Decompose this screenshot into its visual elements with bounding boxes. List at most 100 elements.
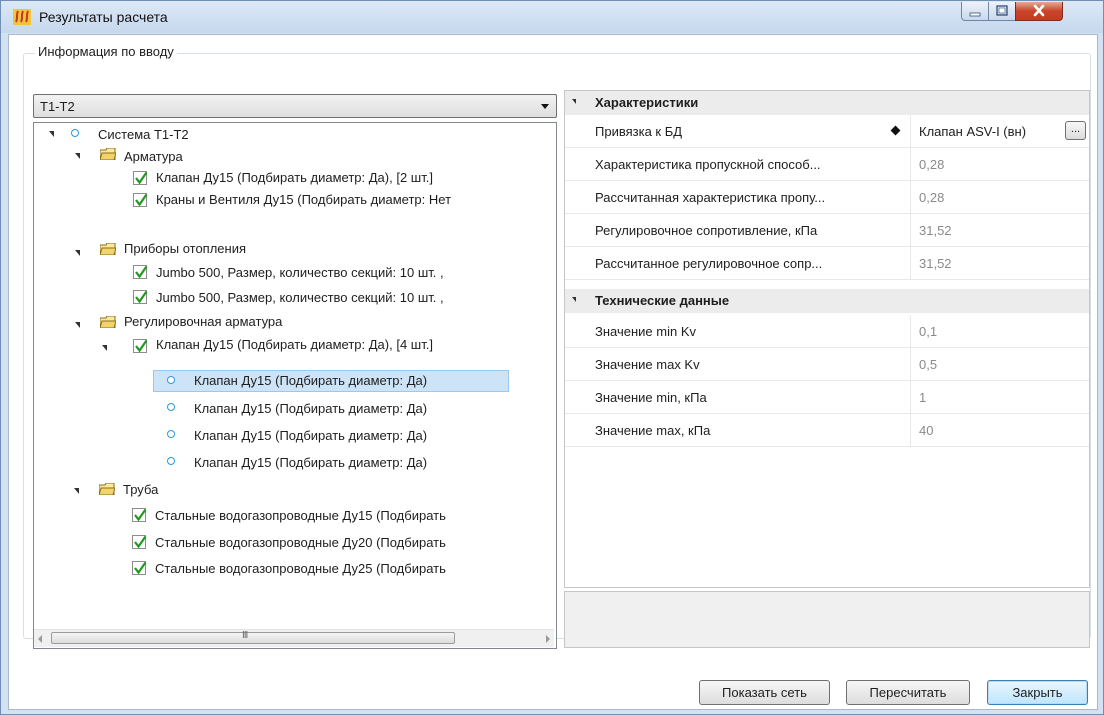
property-value: Клапан ASV-I (вн) (919, 124, 1027, 139)
checkbox-checked[interactable] (133, 290, 148, 304)
property-name: Значение max Kv (595, 357, 700, 372)
expand-arrow-icon[interactable] (102, 345, 107, 351)
scroll-right-icon[interactable] (546, 635, 550, 643)
node-circle-icon (167, 430, 175, 438)
expand-arrow-icon[interactable] (75, 153, 80, 159)
results-window: Результаты расчета Информация по вводу T… (0, 0, 1104, 715)
check-icon (134, 535, 147, 549)
property-min-kpa[interactable]: Значение min, кПа 1 (565, 381, 1089, 414)
tree-node-label: Jumbo 500, Размер, количество секций: 10… (156, 265, 444, 280)
minimize-button[interactable] (961, 2, 989, 21)
node-circle-icon (167, 457, 175, 465)
checkbox-checked[interactable] (133, 193, 148, 207)
tree-node-label: Клапан Ду15 (Подбирать диаметр: Да), [2 … (156, 170, 433, 185)
property-min-kv[interactable]: Значение min Kv 0,1 (565, 315, 1089, 348)
folder-icon (100, 148, 116, 160)
tree-node-label: Клапан Ду15 (Подбирать диаметр: Да) (194, 401, 428, 416)
column-divider (910, 315, 911, 347)
property-value: 31,52 (919, 223, 952, 238)
tree-node-label: Jumbo 500, Размер, количество секций: 10… (156, 290, 444, 305)
category-technical-data[interactable]: Технические данные (565, 289, 1089, 313)
check-icon (135, 193, 148, 207)
property-value: 0,5 (919, 357, 938, 372)
show-network-button[interactable]: Показать сеть (699, 680, 830, 705)
check-icon (135, 339, 148, 353)
column-divider (910, 348, 911, 380)
property-flow-char[interactable]: Характеристика пропускной способ... 0,28 (565, 148, 1089, 181)
checkbox-checked[interactable] (133, 265, 148, 279)
tree-node-label: Стальные водогазопроводные Ду25 (Подбира… (155, 561, 446, 576)
tree-node-label: Регулировочная арматура (124, 314, 283, 329)
property-calc-flow-char[interactable]: Рассчитанная характеристика пропу... 0,2… (565, 181, 1089, 214)
node-circle-icon (71, 129, 79, 137)
category-characteristics[interactable]: Характеристики (565, 91, 1089, 115)
close-button[interactable]: Закрыть (987, 680, 1088, 705)
property-description-panel (564, 591, 1090, 648)
tree-node-label: Стальные водогазопроводные Ду20 (Подбира… (155, 535, 446, 550)
category-label: Характеристики (595, 95, 699, 110)
recalculate-button[interactable]: Пересчитать (846, 680, 970, 705)
check-icon (135, 171, 148, 185)
tree-node-label: Труба (123, 482, 159, 497)
close-window-button[interactable] (1015, 2, 1063, 21)
property-calc-reg-resistance[interactable]: Рассчитанное регулировочное сопр... 31,5… (565, 247, 1089, 280)
property-value: 40 (919, 423, 934, 438)
tree-node-label: Клапан Ду15 (Подбирать диаметр: Да) (194, 455, 428, 470)
tree-horizontal-scrollbar[interactable]: III (34, 629, 554, 647)
collapse-arrow-icon[interactable] (572, 99, 576, 104)
folder-icon (99, 483, 115, 495)
property-name: Значение min Kv (595, 324, 696, 339)
node-circle-icon (167, 376, 175, 384)
expand-arrow-icon[interactable] (75, 250, 80, 256)
scroll-left-icon[interactable] (38, 635, 42, 643)
property-max-kpa[interactable]: Значение max, кПа 40 (565, 414, 1089, 447)
collapse-arrow-icon[interactable] (572, 297, 576, 302)
tree-node-label: Клапан Ду15 (Подбирать диаметр: Да), [4 … (156, 337, 433, 352)
property-max-kv[interactable]: Значение max Kv 0,5 (565, 348, 1089, 381)
property-grid[interactable]: Характеристики Привязка к БД Клапан ASV-… (564, 90, 1090, 588)
expand-arrow-icon[interactable] (75, 322, 80, 328)
checkbox-checked[interactable] (132, 508, 147, 522)
chevron-down-icon (541, 104, 549, 109)
folder-icon (100, 316, 116, 328)
tree-node-label: Арматура (124, 149, 183, 164)
property-reg-resistance[interactable]: Регулировочное сопротивление, кПа 31,52 (565, 214, 1089, 247)
node-circle-icon (167, 403, 175, 411)
column-divider (910, 115, 911, 147)
checkbox-checked[interactable] (133, 171, 148, 185)
tree-node-label: Краны и Вентиля Ду15 (Подбирать диаметр:… (156, 192, 452, 207)
property-name: Рассчитанная характеристика пропу... (595, 190, 826, 205)
expand-arrow-icon[interactable] (49, 131, 54, 137)
checkbox-checked[interactable] (132, 561, 147, 575)
property-value: 0,28 (919, 190, 945, 205)
column-divider (910, 214, 911, 246)
property-db-link[interactable]: Привязка к БД Клапан ASV-I (вн) ... (565, 115, 1089, 148)
group-legend: Информация по вводу (35, 44, 177, 59)
window-title: Результаты расчета (39, 9, 168, 25)
title-bar[interactable]: Результаты расчета (1, 1, 1103, 33)
property-value: 31,52 (919, 256, 952, 271)
scroll-grip: III (242, 630, 248, 641)
maximize-button[interactable] (988, 2, 1016, 21)
property-value: 0,28 (919, 157, 945, 172)
minimize-icon (969, 12, 981, 17)
check-icon (135, 290, 148, 304)
browse-button[interactable]: ... (1065, 121, 1086, 140)
scroll-thumb[interactable]: III (51, 630, 455, 644)
checkbox-checked[interactable] (133, 339, 148, 353)
expand-arrow-icon[interactable] (74, 488, 79, 494)
input-select-dropdown[interactable]: T1-T2 (33, 94, 557, 118)
column-divider (910, 181, 911, 213)
property-name: Характеристика пропускной способ... (595, 157, 821, 172)
column-divider (910, 381, 911, 413)
dropdown-selected-value: T1-T2 (40, 99, 75, 114)
checkbox-checked[interactable] (132, 535, 147, 549)
tree-node-label: Клапан Ду15 (Подбирать диаметр: Да) (194, 428, 428, 443)
check-icon (134, 508, 147, 522)
column-divider (910, 247, 911, 279)
close-icon (1033, 4, 1045, 17)
property-value: 1 (919, 390, 927, 405)
property-name: Привязка к БД (595, 124, 683, 139)
property-name: Регулировочное сопротивление, кПа (595, 223, 818, 238)
property-name: Рассчитанное регулировочное сопр... (595, 256, 823, 271)
